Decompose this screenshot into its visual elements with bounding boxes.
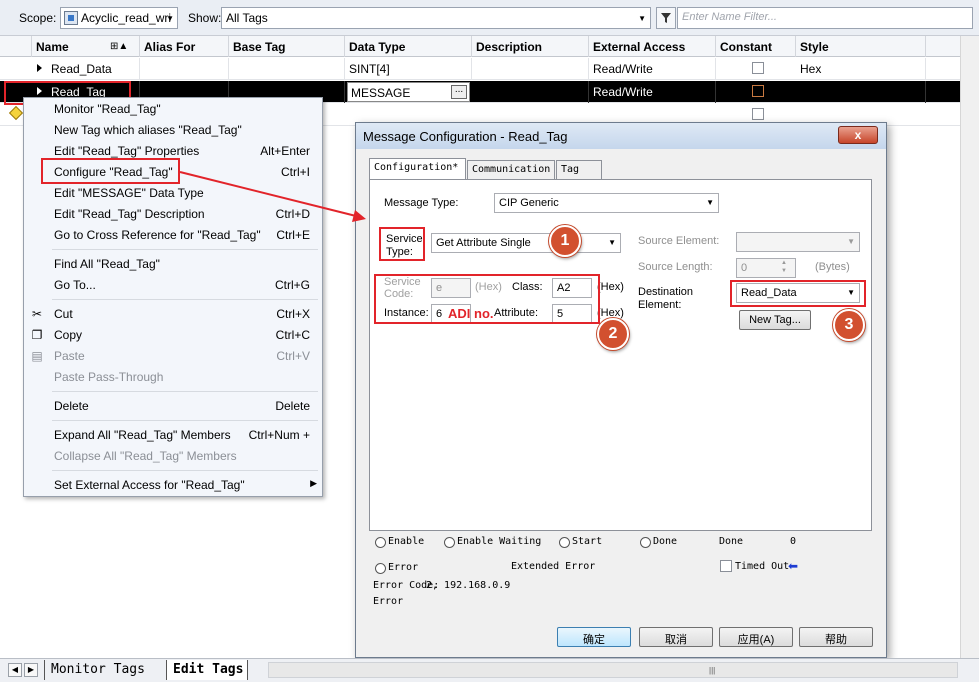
annotation-arrow (179, 171, 366, 222)
studio5000-tag-editor: Scope: Acyclic_read_wri ▼ Show: All Tags… (0, 0, 979, 682)
tab-edit-tags[interactable]: Edit Tags (166, 660, 249, 680)
scroll-left-icon[interactable]: ◀ (8, 663, 22, 677)
scroll-grip-icon: ||| (709, 666, 716, 675)
bottom-tab-bar: ◀ ▶ Monitor Tags Edit Tags ||| (0, 658, 979, 682)
horizontal-scrollbar[interactable]: ||| (268, 662, 958, 678)
tab-monitor-tags[interactable]: Monitor Tags (44, 660, 149, 680)
scroll-right-icon[interactable]: ▶ (24, 663, 38, 677)
